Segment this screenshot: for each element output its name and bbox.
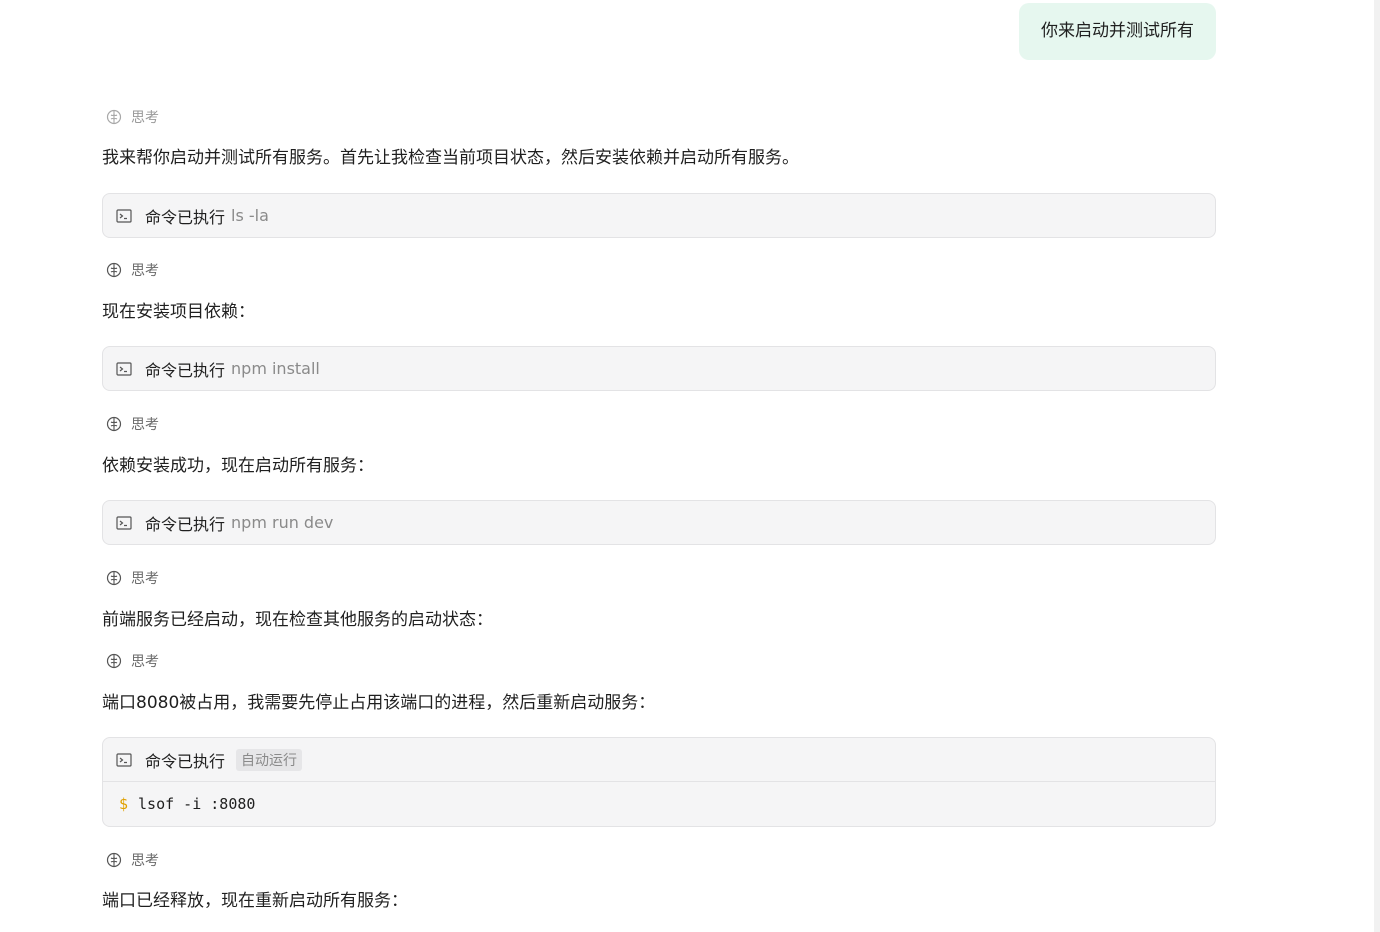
thinking-label: 思考	[131, 654, 159, 670]
brain-icon	[106, 852, 122, 868]
command-code: lsof -i :8080	[138, 795, 256, 813]
scrollbar[interactable]	[1374, 0, 1380, 932]
thinking-toggle[interactable]: 思考	[106, 415, 159, 433]
command-block[interactable]: 命令已执行 ls -la	[102, 193, 1216, 238]
thinking-toggle[interactable]: 思考	[106, 652, 159, 670]
thinking-toggle[interactable]: 思考	[106, 108, 159, 126]
thinking-label: 思考	[131, 417, 159, 433]
brain-icon	[106, 262, 122, 278]
assistant-message: 现在安装项目依赖：	[102, 302, 255, 322]
command-block[interactable]: 命令已执行 npm install	[102, 346, 1216, 391]
chat-page: 你来启动并测试所有 思考 我来帮你启动并测试所有服务。首先让我检查当前项目状态，…	[0, 0, 1380, 932]
command-header[interactable]: 命令已执行 ls -la	[103, 194, 1215, 237]
assistant-message: 端口8080被占用，我需要先停止占用该端口的进程，然后重新启动服务：	[102, 693, 656, 713]
auto-run-badge: 自动运行	[236, 748, 303, 771]
thinking-toggle[interactable]: 思考	[106, 261, 159, 279]
command-header[interactable]: 命令已执行 npm run dev	[103, 501, 1215, 544]
assistant-message: 端口已经释放，现在重新启动所有服务：	[102, 891, 408, 911]
command-header[interactable]: 命令已执行 自动运行	[103, 738, 1215, 781]
assistant-message: 依赖安装成功，现在启动所有服务：	[102, 456, 374, 476]
command-block[interactable]: 命令已执行 npm run dev	[102, 500, 1216, 545]
shell-prompt: $	[119, 795, 129, 813]
brain-icon	[106, 653, 122, 669]
terminal-icon	[116, 515, 132, 530]
command-header[interactable]: 命令已执行 npm install	[103, 347, 1215, 390]
assistant-message: 我来帮你启动并测试所有服务。首先让我检查当前项目状态，然后安装依赖并启动所有服务…	[102, 148, 799, 168]
user-message-bubble: 你来启动并测试所有	[1019, 3, 1216, 60]
brain-icon	[106, 109, 122, 125]
command-label: 命令已执行	[145, 751, 226, 771]
terminal-icon	[116, 208, 132, 223]
thinking-label: 思考	[131, 853, 159, 869]
command-arg: npm install	[231, 359, 320, 378]
thinking-label: 思考	[131, 263, 159, 279]
command-label: 命令已执行	[145, 360, 226, 380]
brain-icon	[106, 416, 122, 432]
command-label: 命令已执行	[145, 207, 226, 227]
command-output: $ lsof -i :8080	[103, 781, 1215, 826]
command-block[interactable]: 命令已执行 自动运行 $ lsof -i :8080	[102, 737, 1216, 827]
assistant-message: 前端服务已经启动，现在检查其他服务的启动状态：	[102, 610, 493, 630]
terminal-icon	[116, 752, 132, 767]
command-arg: npm run dev	[231, 513, 334, 532]
terminal-icon	[116, 361, 132, 376]
command-arg: ls -la	[231, 206, 269, 225]
thinking-label: 思考	[131, 571, 159, 587]
brain-icon	[106, 570, 122, 586]
thinking-label: 思考	[131, 110, 159, 126]
thinking-toggle[interactable]: 思考	[106, 569, 159, 587]
command-label: 命令已执行	[145, 514, 226, 534]
thinking-toggle[interactable]: 思考	[106, 851, 159, 869]
